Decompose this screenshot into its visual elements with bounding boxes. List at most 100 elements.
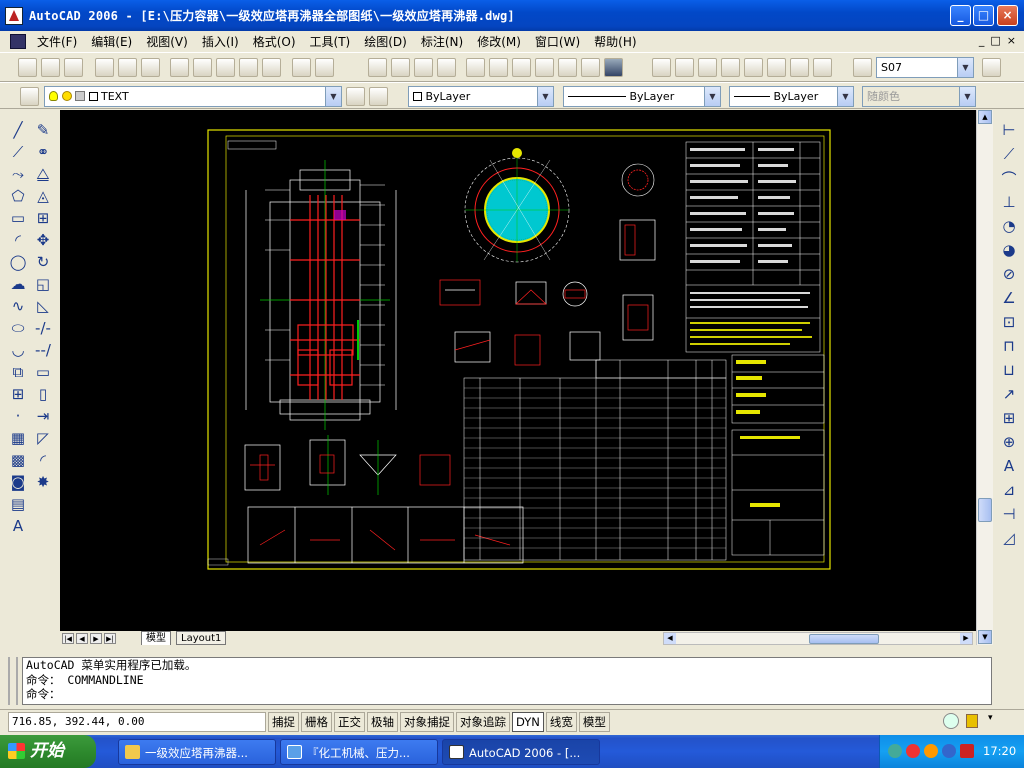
scroll-down-icon[interactable]: ▼ [978, 630, 992, 644]
layer-manager-icon[interactable] [20, 87, 39, 106]
scroll-right-icon[interactable]: ▶ [960, 633, 972, 644]
dimension-update-icon[interactable]: ⊣ [998, 503, 1020, 525]
extend-icon[interactable]: --/ [32, 339, 54, 361]
menu-format[interactable]: 格式(O) [248, 33, 301, 50]
find-text-icon[interactable] [721, 58, 740, 77]
menu-help[interactable]: 帮助(H) [589, 33, 641, 50]
previous-tab-icon[interactable]: ◀ [76, 633, 88, 644]
taskbar-item-folder[interactable]: 一级效应塔再沸器... [118, 739, 276, 765]
cut-icon[interactable] [170, 58, 189, 77]
network-icon[interactable] [888, 744, 902, 758]
explode-icon[interactable]: ✸ [32, 471, 54, 493]
last-tab-icon[interactable]: ▶| [104, 633, 116, 644]
ellipse-arc-icon[interactable]: ◡ [7, 339, 29, 361]
scale-icon[interactable]: ◱ [32, 273, 54, 295]
publish-icon[interactable] [141, 58, 160, 77]
stretch-icon[interactable]: ◺ [32, 295, 54, 317]
save-icon[interactable] [64, 58, 83, 77]
quick-leader-icon[interactable]: ↗ [998, 383, 1020, 405]
chamfer-icon[interactable]: ◸ [32, 427, 54, 449]
angular-dimension-icon[interactable]: ∠ [998, 287, 1020, 309]
horizontal-scrollbar[interactable]: ◀ ▶ [663, 632, 973, 645]
polyline-icon[interactable]: ⤳ [7, 163, 29, 185]
taskbar-item-browser[interactable]: 『化工机械、压力... [280, 739, 438, 765]
first-tab-icon[interactable]: |◀ [62, 633, 74, 644]
arc-icon[interactable]: ◜ [7, 229, 29, 251]
dimension-style-icon[interactable] [982, 58, 1001, 77]
offset-icon[interactable]: ◬ [32, 185, 54, 207]
properties-icon[interactable] [466, 58, 485, 77]
menu-tools[interactable]: 工具(T) [305, 33, 356, 50]
communication-center-icon[interactable] [943, 713, 959, 729]
menu-modify[interactable]: 修改(M) [472, 33, 526, 50]
table-icon[interactable]: ▤ [7, 493, 29, 515]
fillet-icon[interactable]: ◜ [32, 449, 54, 471]
scroll-up-icon[interactable]: ▲ [978, 110, 992, 124]
dimension-edit-icon[interactable]: A [998, 455, 1020, 477]
layer-dropdown[interactable]: TEXT ▼ [44, 86, 342, 107]
plot-icon[interactable] [95, 58, 114, 77]
join-icon[interactable]: ⇥ [32, 405, 54, 427]
diameter-dimension-icon[interactable]: ⊘ [998, 263, 1020, 285]
polar-toggle[interactable]: 极轴 [367, 711, 398, 732]
tab-model[interactable]: 模型 [141, 631, 171, 645]
scale-text-icon[interactable] [790, 58, 809, 77]
linetype-dropdown[interactable]: ByLayer ▼ [563, 86, 721, 107]
close-button[interactable]: × [997, 5, 1018, 26]
quickcalc-icon[interactable] [581, 58, 600, 77]
radius-dimension-icon[interactable]: ◔ [998, 215, 1020, 237]
antivirus-icon[interactable] [942, 744, 956, 758]
command-window[interactable]: AutoCAD 菜单实用程序已加载。 命令： COMMANDLINE 命令： [22, 657, 992, 705]
insert-block-icon[interactable]: ⧉ [7, 361, 29, 383]
ellipse-icon[interactable]: ⬭ [7, 317, 29, 339]
menu-dimension[interactable]: 标注(N) [416, 33, 468, 50]
scroll-left-icon[interactable]: ◀ [664, 633, 676, 644]
lineweight-dropdown[interactable]: ByLayer ▼ [729, 86, 854, 107]
markup-icon[interactable] [558, 58, 577, 77]
jogged-dimension-icon[interactable]: ◕ [998, 239, 1020, 261]
pan-icon[interactable] [368, 58, 387, 77]
point-icon[interactable]: · [7, 405, 29, 427]
maximize-button[interactable]: □ [973, 5, 994, 26]
lineweight-toggle[interactable]: 线宽 [545, 711, 577, 732]
ortho-toggle[interactable]: 正交 [334, 711, 365, 732]
make-block-icon[interactable]: ⊞ [7, 383, 29, 405]
zoom-previous-icon[interactable] [437, 58, 456, 77]
copy-object-icon[interactable]: ⚭ [32, 141, 54, 163]
qq-icon[interactable] [906, 744, 920, 758]
sheet-set-icon[interactable] [535, 58, 554, 77]
clock[interactable]: 17:20 [983, 744, 1016, 758]
aligned-dimension-icon[interactable]: ⟋ [998, 143, 1020, 165]
text-style-manager-icon[interactable] [853, 58, 872, 77]
horizontal-scroll-thumb[interactable] [809, 634, 879, 644]
redo-icon[interactable] [315, 58, 334, 77]
command-window-grip[interactable] [8, 657, 18, 705]
command-prompt[interactable]: 命令： [26, 687, 991, 702]
snap-toggle[interactable]: 捕捉 [268, 711, 299, 732]
menu-view[interactable]: 视图(V) [141, 33, 193, 50]
undo-icon[interactable] [292, 58, 311, 77]
toolbar-lock-icon[interactable] [966, 714, 978, 728]
taskbar-item-autocad[interactable]: AutoCAD 2006 - [... [442, 739, 600, 765]
justify-text-icon[interactable] [813, 58, 832, 77]
title-bar[interactable]: AutoCAD 2006 - [E:\压力容器\一级效应塔再沸器全部图纸\一级效… [0, 0, 1024, 31]
linear-dimension-icon[interactable]: ⊢ [998, 119, 1020, 141]
otrack-toggle[interactable]: 对象追踪 [456, 711, 510, 732]
text-style-dropdown[interactable]: S07 ▼ [876, 57, 974, 78]
quick-dimension-icon[interactable]: ⊡ [998, 311, 1020, 333]
break-at-point-icon[interactable]: ▭ [32, 361, 54, 383]
new-icon[interactable] [18, 58, 37, 77]
doc-close-button[interactable]: × [1007, 34, 1016, 47]
doc-restore-button[interactable]: □ [990, 34, 1000, 47]
color-dropdown[interactable]: ByLayer ▼ [408, 86, 554, 107]
edit-text-icon[interactable] [698, 58, 717, 77]
dyn-toggle[interactable]: DYN [512, 711, 544, 732]
polygon-icon[interactable]: ⬠ [7, 185, 29, 207]
baseline-dimension-icon[interactable]: ⊓ [998, 335, 1020, 357]
vertical-scroll-thumb[interactable] [978, 498, 992, 522]
paste-icon[interactable] [216, 58, 235, 77]
rotate-icon[interactable]: ↻ [32, 251, 54, 273]
center-mark-icon[interactable]: ⊕ [998, 431, 1020, 453]
plot-preview-icon[interactable] [118, 58, 137, 77]
hatch-icon[interactable]: ▦ [7, 427, 29, 449]
